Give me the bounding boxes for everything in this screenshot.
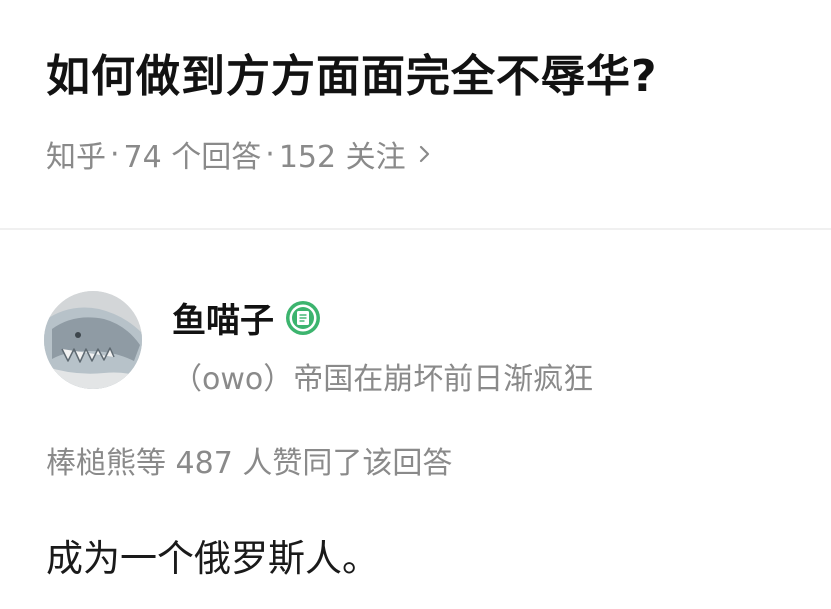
follower-count: 152 关注: [278, 140, 406, 175]
author-name[interactable]: 鱼喵子: [172, 293, 274, 342]
badge-icon[interactable]: [284, 299, 322, 337]
question-meta[interactable]: 知乎 · 74 个回答 · 152 关注: [46, 132, 432, 176]
meta-separator: ·: [265, 136, 275, 172]
question-header: 如何做到方方面面完全不辱华? 知乎 · 74 个回答 · 152 关注: [0, 0, 831, 228]
answer-count: 74 个回答: [123, 140, 262, 175]
author-bio: （owo）帝国在崩坏前日渐疯狂: [172, 362, 594, 397]
author-name-row: 鱼喵子: [172, 293, 322, 342]
chevron-right-icon: [419, 145, 429, 163]
avatar[interactable]: [44, 291, 142, 389]
meta-separator: ·: [110, 136, 120, 172]
vote-summary[interactable]: 棒槌熊等 487 人赞同了该回答: [46, 438, 452, 482]
avatar-image: [44, 291, 142, 389]
answer-content[interactable]: 成为一个俄罗斯人。: [46, 528, 379, 582]
answer-card: 鱼喵子 （owo）帝国在崩坏前日渐疯狂 棒槌熊等 487 人赞同了该回答 成为一…: [0, 230, 831, 609]
source-label: 知乎: [46, 140, 106, 175]
question-title[interactable]: 如何做到方方面面完全不辱华?: [46, 40, 658, 104]
